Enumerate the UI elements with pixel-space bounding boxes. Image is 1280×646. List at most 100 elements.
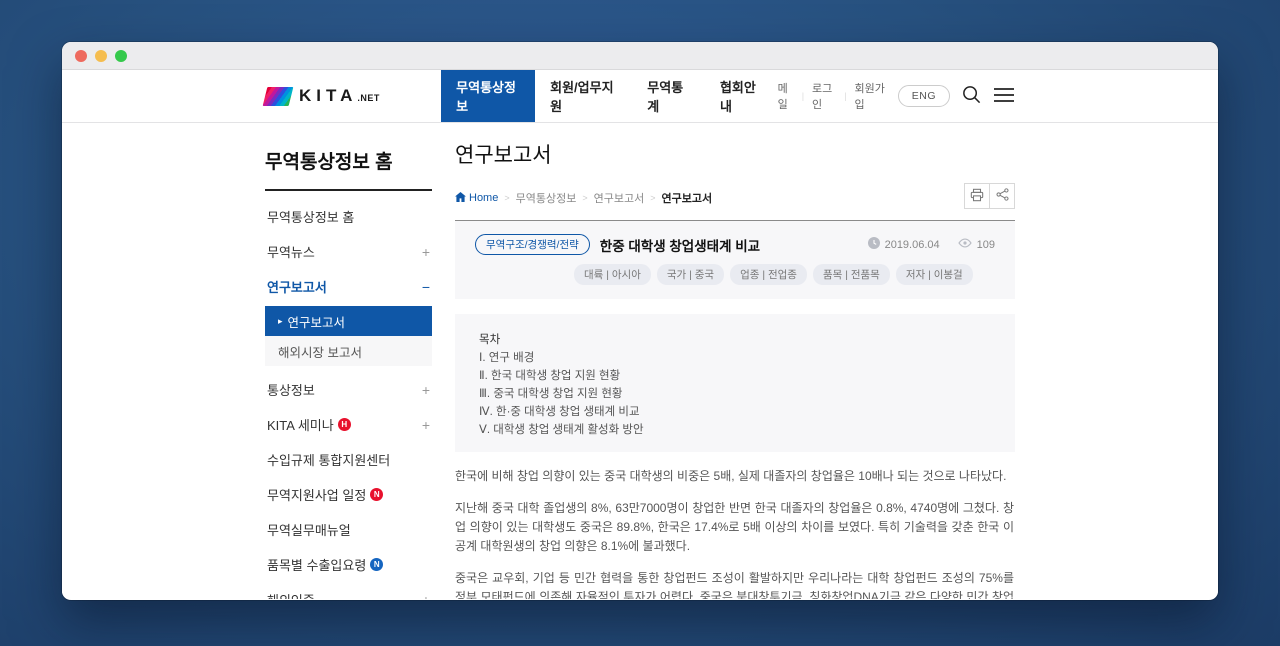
utility-separator: | [844, 91, 847, 101]
breadcrumb-separator: > [582, 193, 588, 203]
clock-icon [867, 237, 880, 252]
expand-icon[interactable]: + [422, 592, 430, 600]
toc-items: Ⅰ. 연구 배경 Ⅱ. 한국 대학생 창업 지원 현황 Ⅲ. 중국 대학생 창업 지… [479, 349, 991, 439]
sidebar-item-label: 해외인증 [267, 590, 315, 599]
menu-button[interactable] [993, 87, 1015, 106]
article-tag: 품목 | 전품목 [812, 264, 890, 285]
toc-box: 목차 Ⅰ. 연구 배경 Ⅱ. 한국 대학생 창업 지원 현황 Ⅲ. 중국 대학생 창… [455, 314, 1015, 452]
kita-logo-icon [262, 86, 294, 106]
main-nav-item[interactable]: 회원/업무지원 [535, 70, 632, 122]
main-nav-item[interactable]: 무역통계 [632, 70, 705, 122]
hamburger-icon [993, 87, 1015, 106]
sidebar-item[interactable]: 해외인증 + [265, 582, 432, 600]
sidebar-item-label: 무역지원사업 일정 N [267, 485, 384, 504]
desktop-background: KITA.NET 무역통상정보 회원/업무지원 무역통계 협회안내 메일 | 로그인 | 회원… [0, 0, 1280, 646]
toc-item: Ⅲ. 중국 대학생 창업 지원 현황 [479, 388, 623, 400]
article-paragraph: 지난해 중국 대학 졸업생의 8%, 63만7000명이 창업한 반면 한국 대… [455, 501, 1014, 553]
sidebar-item[interactable]: 무역실무매뉴얼 [265, 512, 432, 547]
breadcrumb-item[interactable]: Home [455, 191, 499, 205]
article-paragraph: 한국에 비해 창업 의향이 있는 중국 대학생의 비중은 5배, 실제 대졸자의… [455, 469, 1007, 483]
window-minimize-button[interactable] [95, 49, 107, 62]
print-button[interactable] [964, 183, 990, 209]
sidebar: 무역통상정보 홈 무역통상정보 홈무역뉴스 + 연구보고서 − ▸ 연구보고서해외시장 보… [265, 123, 432, 599]
printer-icon [970, 188, 984, 205]
article-date: 2019.06.04 [884, 238, 940, 251]
breadcrumb-label: 무역통상정보 [515, 193, 577, 205]
sidebar-submenu: ▸ 연구보고서해외시장 보고서 [265, 306, 432, 366]
badge-h-icon: H [337, 418, 351, 431]
search-icon [961, 84, 982, 108]
breadcrumb-item[interactable]: 연구보고서 [661, 190, 712, 206]
sidebar-item[interactable]: KITA 세미나 H + [265, 407, 432, 442]
sidebar-item[interactable]: 통상정보 + [265, 372, 432, 407]
main-nav-item[interactable]: 무역통상정보 [441, 70, 536, 122]
expand-icon[interactable]: + [422, 417, 430, 433]
sidebar-item-label: 무역뉴스 [267, 245, 315, 260]
category-badge[interactable]: 무역구조/경쟁력/전략 [475, 234, 590, 255]
share-button[interactable] [989, 183, 1015, 209]
sidebar-item-label: 무역통상정보 홈 [267, 210, 355, 225]
breadcrumb: Home > 무역통상정보 > 연구보고서 > 연구보고서 [455, 183, 712, 206]
main-nav-item[interactable]: 협회안내 [705, 70, 778, 122]
article-body: 한국에 비해 창업 의향이 있는 중국 대학생의 비중은 5배, 실제 대졸자의… [455, 467, 1015, 599]
page-body: 무역통상정보 홈 무역통상정보 홈 무역뉴스 + 연구보고서 − ▸ 연구보고서 해외시장 보… [265, 123, 1015, 599]
header-utility: 메일 | 로그인 | 회원가입 ENG [778, 70, 1015, 122]
search-button[interactable] [961, 84, 982, 108]
sidebar-item[interactable]: 무역통상정보 홈 [265, 199, 432, 234]
utility-link[interactable]: 메일 [778, 80, 794, 112]
sidebar-item-label: 통상정보 [267, 383, 315, 398]
article-tag: 업종 | 전업종 [730, 264, 807, 285]
badge-n-icon: N [370, 558, 384, 571]
expand-icon[interactable]: + [422, 382, 430, 398]
article-tags: 대륙 | 아시아 국가 | 중국 업종 | 전업종 품목 | 전품목 저자 | 이봉걸 [574, 264, 995, 285]
sidebar-item-label: 수입규제 통합지원센터 [267, 453, 391, 468]
share-icon [995, 188, 1009, 204]
toc-title: 목차 [479, 334, 501, 346]
utility-link[interactable]: 회원가입 [855, 80, 887, 112]
sidebar-subitem[interactable]: ▸ 연구보고서 [265, 306, 432, 336]
breadcrumb-separator: > [504, 193, 510, 203]
article-tag: 저자 | 이봉걸 [895, 264, 973, 285]
breadcrumb-label: 연구보고서 [593, 193, 645, 205]
sidebar-title: 무역통상정보 홈 [265, 147, 432, 191]
sidebar-item[interactable]: 무역뉴스 + [265, 234, 432, 269]
breadcrumb-item[interactable]: 연구보고서 [594, 190, 645, 206]
window-close-button[interactable] [75, 49, 87, 62]
language-button[interactable]: ENG [897, 85, 950, 107]
article-header: 무역구조/경쟁력/전략 한중 대학생 창업생태계 비교 2019.06.04 1… [455, 220, 1015, 299]
page-title: 연구보고서 [455, 144, 552, 167]
breadcrumb-item[interactable]: 무역통상정보 [516, 190, 577, 206]
site-header: KITA.NET 무역통상정보 회원/업무지원 무역통계 협회안내 메일 | 로그인 | 회원… [62, 70, 1218, 123]
home-icon [455, 191, 466, 205]
breadcrumb-row: Home > 무역통상정보 > 연구보고서 > 연구보고서 [455, 183, 1015, 209]
sidebar-item[interactable]: 품목별 수출입요령 N [265, 547, 432, 582]
sidebar-item[interactable]: 연구보고서 − [265, 269, 432, 304]
breadcrumb-label: Home [469, 192, 499, 204]
article-views: 109 [976, 238, 995, 251]
toc-item: Ⅴ. 대학생 창업 생태계 활성화 방안 [479, 424, 644, 436]
window-titlebar[interactable] [62, 42, 1218, 70]
toc-item: Ⅱ. 한국 대학생 창업 지원 현황 [479, 370, 621, 382]
page-tools [964, 183, 1015, 209]
window-zoom-button[interactable] [115, 49, 127, 62]
article-tag: 대륙 | 아시아 [574, 264, 651, 285]
breadcrumb-label: 연구보고서 [661, 193, 713, 205]
active-marker-icon: ▸ [278, 315, 283, 326]
sidebar-subitem-label: 해외시장 보고서 [278, 345, 362, 360]
utility-links: 메일 | 로그인 | 회원가입 [778, 80, 887, 112]
sidebar-subitem[interactable]: 해외시장 보고서 [265, 336, 432, 366]
sidebar-item[interactable]: 수입규제 통합지원센터 [265, 442, 432, 477]
article-meta: 2019.06.04 109 [867, 237, 995, 252]
sidebar-item[interactable]: 무역지원사업 일정 N [265, 477, 432, 512]
expand-icon[interactable]: − [422, 279, 430, 295]
site-content: KITA.NET 무역통상정보 회원/업무지원 무역통계 협회안내 메일 | 로그인 | 회원… [62, 70, 1218, 599]
kita-logo[interactable]: KITA.NET [262, 70, 441, 122]
sidebar-item-label: 품목별 수출입요령 N [267, 555, 384, 574]
sidebar-item-label: KITA 세미나 H [267, 415, 351, 434]
utility-link[interactable]: 로그인 [812, 80, 836, 112]
article-tag: 국가 | 중국 [656, 264, 725, 285]
expand-icon[interactable]: + [422, 244, 430, 260]
article-title: 한중 대학생 창업생태계 비교 [599, 238, 761, 254]
eye-icon [957, 238, 972, 251]
article-paragraph: 중국은 교우회, 기업 등 민간 협력을 통한 창업펀드 조성이 활발하지만 우… [455, 571, 1014, 599]
